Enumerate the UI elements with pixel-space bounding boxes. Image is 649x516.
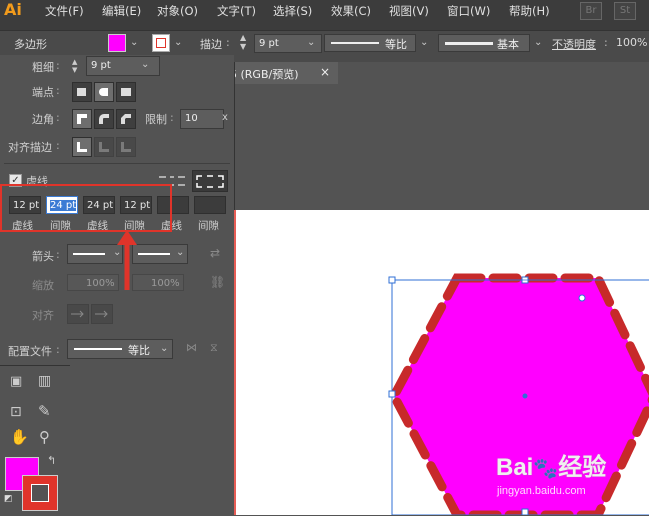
weight-label: 粗细 bbox=[32, 61, 54, 74]
scale-label: 缩放 bbox=[32, 279, 54, 292]
watermark-brand: Bai🐾经验 bbox=[496, 454, 607, 481]
brush-dropdown-icon[interactable]: ⌄ bbox=[534, 37, 542, 48]
opacity-label[interactable]: 不透明度 bbox=[552, 36, 596, 52]
paw-icon: 🐾 bbox=[533, 458, 559, 480]
arrow-tip-place-button[interactable] bbox=[91, 304, 113, 324]
variable-width-label: 等比 bbox=[385, 38, 407, 51]
align-outside-button[interactable] bbox=[116, 137, 136, 157]
brush-definition[interactable]: 基本 bbox=[438, 34, 530, 52]
align-center-button[interactable] bbox=[72, 137, 92, 157]
flip-along-icon[interactable]: ⋈ bbox=[186, 341, 197, 354]
bevel-join-button[interactable] bbox=[116, 109, 136, 129]
width-profile-select[interactable]: 等比 bbox=[67, 339, 173, 359]
hand-tool-icon[interactable]: ✋ bbox=[10, 428, 29, 446]
menu-effect[interactable]: 效果(C) bbox=[331, 3, 371, 19]
zoom-tool-icon[interactable]: ⚲ bbox=[39, 428, 50, 446]
width-profile-label: 等比 bbox=[128, 344, 150, 357]
profile-dropdown-icon[interactable]: ⌄ bbox=[420, 37, 428, 48]
bbox-handle-tl[interactable] bbox=[388, 276, 396, 284]
eyedropper-icon[interactable]: ✎ bbox=[38, 402, 51, 420]
close-icon[interactable]: × bbox=[320, 65, 330, 79]
variable-width-profile[interactable]: 等比 bbox=[324, 34, 416, 52]
gap-3-field[interactable] bbox=[194, 196, 226, 214]
stroke-dropdown-icon[interactable]: ⌄ bbox=[174, 37, 182, 48]
stroke-stepper-icon[interactable]: ▲ ▼ bbox=[240, 33, 246, 51]
stroke-swatch-inner bbox=[156, 38, 166, 48]
center-point bbox=[522, 393, 528, 399]
profile-label: 配置文件 bbox=[8, 345, 52, 358]
default-colors-icon[interactable]: ◩ bbox=[4, 494, 13, 504]
align-arrow-label: 对齐 bbox=[32, 309, 54, 322]
bbox-handle-ml[interactable] bbox=[388, 390, 396, 398]
start-scale-field[interactable]: 100% bbox=[67, 274, 119, 291]
menu-help[interactable]: 帮助(H) bbox=[509, 3, 550, 19]
menu-spacer bbox=[0, 20, 649, 30]
sides-widget[interactable] bbox=[578, 294, 586, 302]
limit-suffix: x bbox=[222, 112, 228, 123]
document-tab-title: 5 (RGB/预览) bbox=[230, 68, 299, 81]
fill-dropdown-icon[interactable]: ⌄ bbox=[130, 37, 138, 48]
projecting-cap-button[interactable] bbox=[116, 82, 136, 102]
link-scale-icon[interactable]: ⛓ bbox=[210, 275, 225, 289]
object-type-label: 多边形 bbox=[14, 38, 47, 51]
menu-object[interactable]: 对象(O) bbox=[157, 3, 198, 19]
corner-label: 边角 bbox=[32, 113, 54, 126]
swap-fill-stroke-icon[interactable]: ↰ bbox=[47, 454, 56, 467]
arrow-tip-extend-button[interactable] bbox=[67, 304, 89, 324]
stroke-color-box[interactable] bbox=[22, 475, 58, 511]
align-stroke-label: 对齐描边 bbox=[8, 141, 52, 154]
menu-edit[interactable]: 编辑(E) bbox=[102, 3, 141, 19]
app-logo: Ai bbox=[4, 0, 22, 19]
document-tab[interactable]: 5 (RGB/预览) × bbox=[228, 62, 338, 84]
gap-3-label: 间隙 bbox=[198, 220, 219, 232]
artboard-tool-icon[interactable]: ⊡ bbox=[10, 404, 22, 420]
end-scale-field[interactable]: 100% bbox=[132, 274, 184, 291]
menu-select[interactable]: 选择(S) bbox=[273, 3, 312, 19]
start-arrow-dropdown-icon[interactable]: ⌄ bbox=[113, 247, 121, 258]
opacity-value[interactable]: 100% bbox=[616, 36, 647, 49]
stroke-label: 描边 bbox=[200, 38, 222, 51]
menu-bar: Ai 文件(F) 编辑(E) 对象(O) 文字(T) 选择(S) 效果(C) 视… bbox=[0, 0, 649, 20]
bbox-handle-bc[interactable] bbox=[521, 508, 529, 515]
annotation-highlight-box bbox=[0, 184, 172, 232]
stroke-swatch[interactable] bbox=[152, 34, 170, 52]
cap-label: 端点 bbox=[32, 86, 54, 99]
menu-window[interactable]: 窗口(W) bbox=[447, 3, 490, 19]
bridge-button[interactable]: Br bbox=[580, 2, 602, 20]
weight-dropdown-icon[interactable]: ⌄ bbox=[141, 59, 149, 70]
weight-stepper-icon[interactable]: ▲ ▼ bbox=[72, 58, 77, 74]
menu-view[interactable]: 视图(V) bbox=[389, 3, 429, 19]
swap-arrows-icon[interactable]: ⇄ bbox=[210, 246, 220, 260]
fill-swatch[interactable] bbox=[108, 34, 126, 52]
column-graph-icon[interactable]: ▥ bbox=[38, 373, 51, 389]
symbol-sprayer-icon[interactable]: ▣ bbox=[10, 374, 22, 389]
miter-join-button[interactable] bbox=[72, 109, 92, 129]
brush-label: 基本 bbox=[497, 38, 519, 51]
divider bbox=[4, 163, 230, 164]
align-inside-button[interactable] bbox=[94, 137, 114, 157]
stroke-weight-dropdown-icon[interactable]: ⌄ bbox=[307, 37, 315, 48]
round-join-button[interactable] bbox=[94, 109, 114, 129]
menu-text[interactable]: 文字(T) bbox=[217, 3, 256, 19]
tab-bar-strip bbox=[234, 55, 649, 62]
limit-label: 限制 bbox=[145, 113, 167, 126]
arrowhead-label: 箭头 bbox=[32, 250, 54, 263]
workspace-gray bbox=[70, 365, 234, 515]
watermark-url: jingyan.baidu.com bbox=[497, 485, 586, 497]
flip-across-icon[interactable]: ⧖ bbox=[210, 341, 218, 355]
stock-button[interactable]: St bbox=[614, 2, 636, 20]
end-arrow-dropdown-icon[interactable]: ⌄ bbox=[176, 247, 184, 258]
align-dash-corners-button[interactable] bbox=[192, 170, 228, 192]
stroke-color-inner bbox=[31, 484, 49, 502]
menu-file[interactable]: 文件(F) bbox=[45, 3, 84, 19]
butt-cap-button[interactable] bbox=[72, 82, 92, 102]
tools-panel: ▣ ▥ ⊡ ✎ ✋ ⚲ ↰ ◩ bbox=[0, 365, 70, 516]
width-profile-dropdown-icon[interactable]: ⌄ bbox=[160, 343, 168, 354]
limit-field[interactable]: 10 bbox=[180, 109, 224, 129]
round-cap-button[interactable] bbox=[94, 82, 114, 102]
control-bar: 多边形 ⌄ ⌄ 描边 : ▲ ▼ 9 pt ⌄ 等比 ⌄ 基本 ⌄ 不透明度 : … bbox=[0, 30, 649, 57]
